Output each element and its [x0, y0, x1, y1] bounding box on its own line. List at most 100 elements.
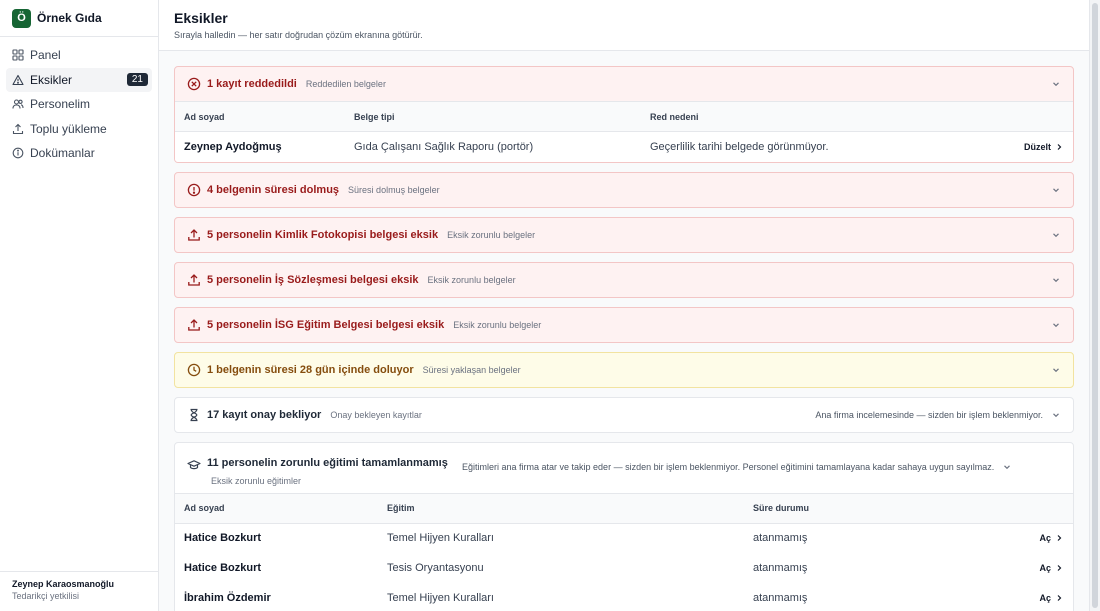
cell-name: Hatice Bozkurt: [184, 532, 262, 545]
cell-name: Zeynep Aydoğmuş: [184, 140, 282, 153]
section-subtitle: Süresi yaklaşan belgeler: [422, 364, 521, 375]
expiring-header[interactable]: 1 belgenin süresi 28 gün içinde doluyor …: [175, 353, 1073, 387]
chevron-down-icon[interactable]: [1051, 275, 1061, 285]
x-circle-icon: [187, 77, 201, 91]
table-row[interactable]: İbrahim Özdemir Temel Hijyen Kuralları a…: [175, 583, 1073, 611]
chevron-right-icon: [1057, 143, 1062, 150]
issues-list: 1 kayıt reddedildi Reddedilen belgeler A…: [159, 51, 1089, 611]
cell-training: Temel Hijyen Kuralları: [387, 532, 494, 545]
sidebar-item-eksikler[interactable]: Eksikler 21: [6, 67, 152, 92]
chevron-down-icon[interactable]: [1051, 230, 1061, 240]
warning-triangle-icon: [12, 74, 24, 86]
rejected-section: 1 kayıt reddedildi Reddedilen belgeler A…: [174, 66, 1074, 163]
grid-icon: [12, 49, 24, 61]
sidebar-item-toplu-yukleme[interactable]: Toplu yükleme: [6, 117, 152, 141]
missing-isg-section: 5 personelin İSG Eğitim Belgesi belgesi …: [174, 306, 1074, 343]
main-content: Eksikler Sırayla halledin — her satır do…: [159, 0, 1089, 611]
fix-button[interactable]: Düzelt: [1024, 142, 1063, 152]
open-label: Aç: [1039, 533, 1051, 544]
clock-icon: [187, 363, 201, 377]
table-header-row: Ad soyad Belge tipi Red nedeni: [175, 101, 1073, 132]
user-info[interactable]: Zeynep Karaosmanoğlu Tedarikçi yetkilisi: [0, 571, 158, 611]
section-title: 11 personelin zorunlu eğitimi tamamlanma…: [207, 456, 448, 469]
hourglass-icon: [187, 408, 201, 422]
column-header: Belge tipi: [345, 101, 641, 132]
column-header: Red nedeni: [641, 101, 993, 132]
brand-logo: Ö: [12, 8, 31, 28]
cell-action: Aç: [993, 553, 1073, 583]
count-badge: 21: [126, 73, 148, 86]
expiring-section: 1 belgenin süresi 28 gün içinde doluyor …: [174, 351, 1074, 388]
sidebar-item-panel[interactable]: Panel: [6, 43, 152, 67]
pending-header[interactable]: 17 kayıt onay bekliyor Onay bekleyen kay…: [175, 398, 1073, 432]
sidebar-item-personelim[interactable]: Personelim: [6, 92, 152, 116]
open-button[interactable]: Aç: [1039, 533, 1063, 543]
upload-icon: [12, 123, 24, 135]
cell-status: atanmamış: [753, 562, 808, 574]
section-subtitle: Eksik zorunlu belgeler: [427, 274, 516, 285]
scrollbar-thumb[interactable]: [1092, 3, 1098, 608]
training-table: Ad soyad Eğitim Süre durumu Hatice Bozku…: [175, 492, 1073, 611]
section-title: 1 belgenin süresi 28 gün içinde doluyor: [207, 363, 414, 376]
cell-doc-type: Gıda Çalışanı Sağlık Raporu (portör): [354, 140, 534, 153]
open-button[interactable]: Aç: [1039, 593, 1063, 603]
missing-header[interactable]: 5 personelin İş Sözleşmesi belgesi eksik…: [175, 263, 1073, 297]
chevron-down-icon[interactable]: [1002, 462, 1012, 472]
cell-reason: Geçerlilik tarihi belgede görünmüyor.: [650, 140, 829, 153]
training-section: 11 personelin zorunlu eğitimi tamamlanma…: [174, 441, 1074, 611]
missing-kimlik-section: 5 personelin Kimlik Fotokopisi belgesi e…: [174, 216, 1074, 253]
chevron-down-icon[interactable]: [1051, 410, 1061, 420]
training-header[interactable]: 11 personelin zorunlu eğitimi tamamlanma…: [175, 443, 1073, 493]
cell-status: atanmamış: [753, 532, 808, 545]
chevron-down-icon[interactable]: [1051, 79, 1061, 89]
column-header: Süre durumu: [744, 492, 993, 524]
rejected-header[interactable]: 1 kayıt reddedildi Reddedilen belgeler: [175, 67, 1073, 101]
section-title: 1 kayıt reddedildi: [207, 78, 297, 90]
cell-action: Aç: [993, 583, 1073, 611]
chevron-right-icon: [1057, 535, 1062, 542]
table-row[interactable]: Hatice Bozkurt Tesis Oryantasyonu atanma…: [175, 553, 1073, 583]
section-title: 17 kayıt onay bekliyor: [207, 408, 322, 421]
sidebar-item-label: Dokümanlar: [30, 146, 95, 160]
brand[interactable]: Ö Örnek Gıda: [0, 0, 158, 37]
cell-action: Düzelt: [993, 132, 1073, 162]
upload-icon: [187, 228, 201, 242]
fix-label: Düzelt: [1024, 141, 1051, 152]
section-title: 5 personelin Kimlik Fotokopisi belgesi e…: [207, 228, 439, 241]
sidebar-item-label: Panel: [30, 48, 61, 62]
section-subtitle: Onay bekleyen kayıtlar: [330, 409, 422, 420]
sidebar-item-label: Toplu yükleme: [30, 121, 107, 136]
info-icon: [12, 147, 24, 159]
cell-action: Aç: [993, 523, 1073, 553]
open-button[interactable]: Aç: [1039, 563, 1063, 573]
section-note: Ana firma incelemesinde — sizden bir işl…: [815, 409, 1043, 420]
sidebar-item-dokumanlar[interactable]: Dokümanlar: [6, 141, 152, 165]
rejected-table: Ad soyad Belge tipi Red nedeni Zeynep Ay…: [175, 101, 1073, 162]
chevron-down-icon[interactable]: [1051, 320, 1061, 330]
training-header-text: 11 personelin zorunlu eğitimi tamamlanma…: [207, 453, 462, 490]
scrollbar[interactable]: [1089, 0, 1100, 611]
expired-header[interactable]: 4 belgenin süresi dolmuş Süresi dolmuş b…: [175, 173, 1073, 207]
section-subtitle: Eksik zorunlu belgeler: [453, 319, 542, 330]
table-row[interactable]: Zeynep Aydoğmuş Gıda Çalışanı Sağlık Rap…: [175, 132, 1073, 162]
brand-name: Örnek Gıda: [37, 11, 102, 25]
page-header: Eksikler Sırayla halledin — her satır do…: [159, 0, 1089, 51]
chevron-down-icon[interactable]: [1051, 365, 1061, 375]
sidebar: Ö Örnek Gıda Panel Eksikler 21 Personeli…: [0, 0, 159, 611]
section-note: Eğitimleri ana firma atar ve takip eder …: [462, 461, 995, 472]
chevron-down-icon[interactable]: [1051, 185, 1061, 195]
users-icon: [12, 98, 24, 110]
column-header-action: [993, 492, 1073, 524]
pending-section: 17 kayıt onay bekliyor Onay bekleyen kay…: [174, 396, 1074, 433]
missing-header[interactable]: 5 personelin İSG Eğitim Belgesi belgesi …: [175, 308, 1073, 342]
cell-training: Tesis Oryantasyonu: [387, 562, 484, 574]
sidebar-item-label: Personelim: [30, 97, 91, 111]
column-header-action: [993, 101, 1073, 132]
upload-icon: [187, 273, 201, 287]
missing-header[interactable]: 5 personelin Kimlik Fotokopisi belgesi e…: [175, 218, 1073, 252]
page-title: Eksikler: [174, 10, 228, 26]
section-subtitle: Süresi dolmuş belgeler: [348, 184, 440, 195]
table-row[interactable]: Hatice Bozkurt Temel Hijyen Kuralları at…: [175, 523, 1073, 553]
missing-sozlesme-section: 5 personelin İş Sözleşmesi belgesi eksik…: [174, 261, 1074, 298]
chevron-right-icon: [1057, 595, 1062, 601]
